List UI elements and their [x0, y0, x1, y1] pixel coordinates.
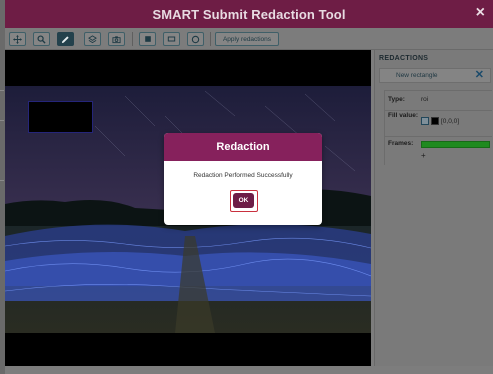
dialog-message: Redaction Performed Successfully	[193, 172, 293, 179]
toolbar-divider	[132, 32, 133, 46]
move-icon	[13, 34, 22, 44]
circle-tool-button[interactable]	[187, 32, 204, 46]
camera-icon	[112, 35, 121, 43]
apply-redactions-button[interactable]: Apply redactions	[215, 32, 279, 46]
background-divider	[0, 120, 4, 121]
zoom-icon	[37, 34, 46, 44]
dialog-title: Redaction	[216, 141, 270, 153]
rectangle-tool-button[interactable]	[163, 32, 180, 46]
fill-color-swatch[interactable]	[431, 117, 439, 125]
dialog-header: Redaction	[164, 133, 322, 161]
layers-icon	[88, 34, 97, 43]
redaction-item-label: New rectangle	[396, 72, 438, 79]
fill-value-text: [0,0,0]	[441, 118, 460, 125]
redaction-item-tab[interactable]: New rectangle ✕	[379, 68, 491, 83]
type-value: roi	[421, 96, 429, 103]
edit-fill-icon[interactable]	[421, 117, 429, 125]
toolbar-divider	[210, 32, 211, 46]
move-tool-button[interactable]	[9, 32, 26, 46]
filled-square-icon	[144, 36, 151, 42]
background-divider	[0, 180, 4, 181]
ok-button[interactable]: OK	[233, 193, 254, 208]
redaction-properties: Type: roi Fill value: [0,0,0] Frames: +	[384, 90, 492, 165]
rectangle-icon	[167, 36, 176, 42]
type-row: Type: roi	[385, 90, 492, 110]
camera-tool-button[interactable]	[108, 32, 125, 46]
background-divider	[0, 90, 4, 91]
close-icon[interactable]: ×	[476, 5, 485, 21]
circle-icon	[191, 35, 200, 43]
pencil-tool-button[interactable]	[57, 32, 74, 46]
fill-value-label: Fill value:	[388, 112, 418, 119]
window-title: SMART Submit Redaction Tool	[152, 6, 346, 22]
add-frame-icon[interactable]: +	[421, 151, 426, 160]
success-dialog: Redaction Redaction Performed Successful…	[164, 133, 322, 225]
frames-bar[interactable]	[421, 141, 490, 148]
ok-button-focus-ring: OK	[230, 190, 258, 212]
type-label: Type:	[388, 96, 405, 103]
title-bar: SMART Submit Redaction Tool ×	[5, 0, 493, 28]
redaction-rectangle[interactable]	[28, 101, 93, 133]
pencil-icon	[61, 35, 69, 43]
toolbar: Apply redactions	[5, 28, 493, 50]
delete-redaction-icon[interactable]: ✕	[475, 69, 484, 82]
layers-tool-button[interactable]	[84, 32, 101, 46]
panel-title: REDACTIONS	[379, 55, 429, 62]
zoom-tool-button[interactable]	[33, 32, 50, 46]
frames-label: Frames:	[388, 140, 414, 147]
filled-square-tool-button[interactable]	[139, 32, 156, 46]
redactions-panel: REDACTIONS New rectangle ✕ Type: roi Fil…	[374, 50, 493, 366]
